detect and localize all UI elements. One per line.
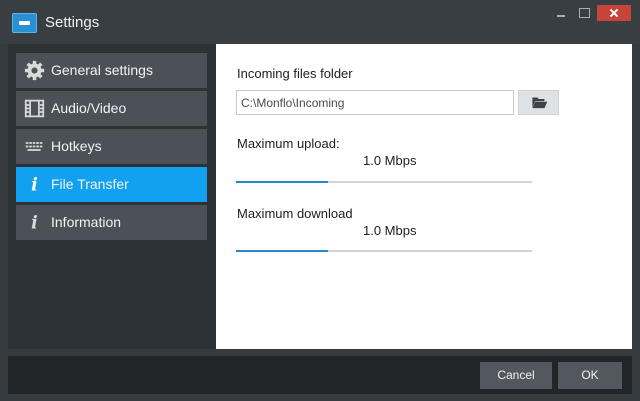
- sidebar-item-file-transfer[interactable]: i File Transfer: [16, 167, 207, 202]
- browse-folder-button[interactable]: [518, 90, 559, 115]
- film-icon: [24, 99, 45, 118]
- max-upload-label: Maximum upload:: [237, 136, 340, 151]
- sidebar-item-label: General settings: [51, 62, 153, 78]
- svg-text:i: i: [31, 214, 38, 233]
- incoming-folder-input[interactable]: [236, 90, 514, 115]
- max-upload-slider-fill: [236, 181, 328, 183]
- app-icon: [12, 13, 37, 33]
- folder-open-icon: [532, 97, 548, 109]
- dialog-footer: Cancel OK: [8, 356, 632, 394]
- sidebar-item-audio-video[interactable]: Audio/Video: [16, 91, 207, 126]
- cancel-button[interactable]: Cancel: [480, 362, 552, 389]
- sidebar-item-general-settings[interactable]: General settings: [16, 53, 207, 88]
- sidebar: General settings Audio/Video Hotkeys i F…: [8, 44, 216, 349]
- max-download-label: Maximum download: [237, 206, 353, 221]
- info-icon: i: [31, 214, 38, 233]
- close-button[interactable]: [597, 5, 631, 21]
- sidebar-item-label: Information: [51, 214, 122, 230]
- max-upload-slider[interactable]: [236, 181, 532, 183]
- svg-text:i: i: [31, 176, 38, 195]
- settings-window: Settings General settings Audio/Video Ho…: [0, 0, 640, 401]
- window-title: Settings: [45, 14, 100, 31]
- max-upload-value: 1.0 Mbps: [363, 153, 417, 168]
- keyboard-icon: [25, 142, 43, 151]
- sidebar-item-label: Hotkeys: [51, 138, 102, 154]
- title-bar[interactable]: Settings: [0, 0, 640, 44]
- incoming-folder-label: Incoming files folder: [237, 66, 353, 81]
- info-icon: i: [31, 176, 38, 195]
- max-download-slider-fill: [236, 250, 328, 252]
- maximize-button[interactable]: [573, 5, 595, 21]
- ok-button[interactable]: OK: [558, 362, 622, 389]
- sidebar-item-hotkeys[interactable]: Hotkeys: [16, 129, 207, 164]
- gear-icon: [24, 60, 45, 81]
- sidebar-item-information[interactable]: i Information: [16, 205, 207, 240]
- max-download-value: 1.0 Mbps: [363, 223, 417, 238]
- file-transfer-panel: Incoming files folder Maximum upload: 1.…: [216, 44, 632, 349]
- sidebar-item-label: Audio/Video: [51, 100, 127, 116]
- minimize-button[interactable]: [550, 5, 572, 21]
- sidebar-item-label: File Transfer: [51, 176, 129, 192]
- max-download-slider[interactable]: [236, 250, 532, 252]
